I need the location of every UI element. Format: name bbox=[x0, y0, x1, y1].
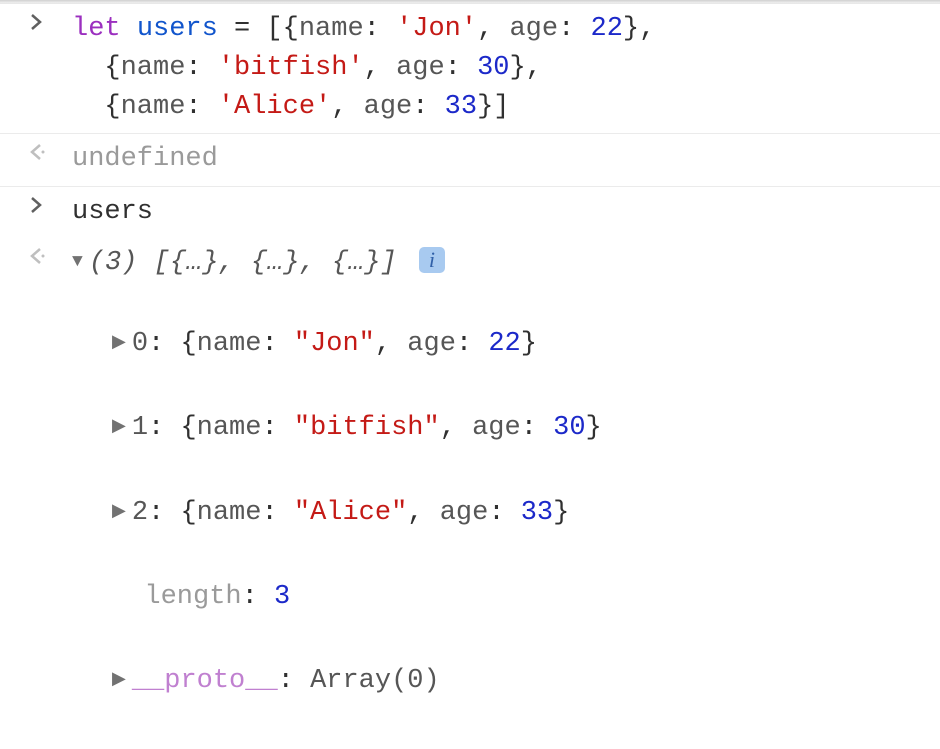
disclosure-triangle-right-icon[interactable] bbox=[112, 409, 126, 448]
disclosure-triangle-right-icon[interactable] bbox=[112, 325, 126, 364]
disclosure-triangle-right-icon[interactable] bbox=[112, 662, 126, 701]
output-object: (3) [{…}, {…}, {…}] i 0: {name: "Jon", a… bbox=[72, 244, 940, 744]
keyword-let: let bbox=[72, 14, 121, 44]
console-output-row: undefined bbox=[0, 134, 940, 186]
array-item[interactable]: 0: {name: "Jon", age: 22} bbox=[112, 322, 940, 367]
input-prompt-icon bbox=[0, 10, 72, 32]
output-undefined: undefined bbox=[72, 140, 940, 179]
var-users: users bbox=[137, 14, 218, 44]
array-summary-body: [{…}, {…}, {…}] bbox=[137, 248, 412, 278]
console-input-row[interactable]: users bbox=[0, 187, 940, 238]
input-prompt-icon bbox=[0, 193, 72, 215]
console-input-code: users bbox=[72, 193, 940, 232]
output-prompt-icon bbox=[0, 244, 72, 266]
array-item[interactable]: 1: {name: "bitfish", age: 30} bbox=[112, 406, 940, 451]
disclosure-triangle-right-icon[interactable] bbox=[112, 494, 126, 533]
disclosure-triangle-down-icon[interactable] bbox=[72, 244, 83, 283]
console-output-row: (3) [{…}, {…}, {…}] i 0: {name: "Jon", a… bbox=[0, 238, 940, 749]
array-length: length: 3 bbox=[112, 575, 940, 620]
console-input-row[interactable]: let users = [{name: 'Jon', age: 22}, {na… bbox=[0, 4, 940, 134]
info-icon[interactable]: i bbox=[419, 247, 445, 273]
array-expanded: 0: {name: "Jon", age: 22} 1: {name: "bit… bbox=[72, 283, 940, 744]
output-prompt-icon bbox=[0, 140, 72, 162]
array-item[interactable]: 2: {name: "Alice", age: 33} bbox=[112, 491, 940, 536]
array-summary-count: (3) bbox=[89, 248, 138, 278]
console-input-code: let users = [{name: 'Jon', age: 22}, {na… bbox=[72, 10, 940, 127]
array-proto[interactable]: __proto__: Array(0) bbox=[112, 659, 940, 704]
